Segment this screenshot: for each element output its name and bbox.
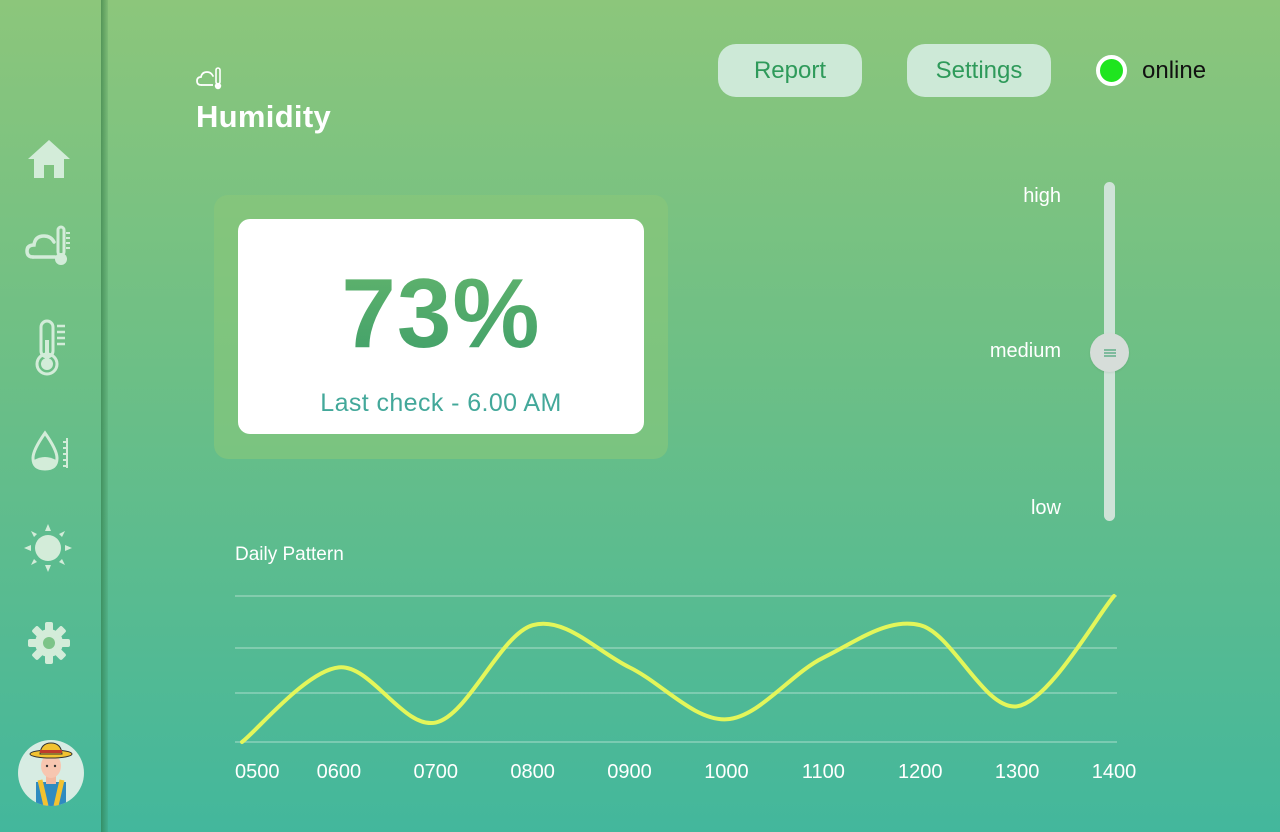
x-tick-label: 0700: [414, 761, 459, 783]
x-tick-label: 0900: [607, 761, 652, 783]
x-tick-label: 1200: [898, 761, 943, 783]
x-tick-label: 1000: [704, 761, 749, 783]
x-tick-label: 0500: [235, 761, 280, 783]
x-tick-label: 1300: [995, 761, 1040, 783]
daily-pattern-chart: 0500 0600 0700 0800 0900 1000 1100 1200 1300 1400: [235, 594, 1137, 783]
series-line: [240, 594, 1116, 744]
x-tick-label: 1100: [802, 761, 845, 783]
x-tick-label: 0600: [317, 761, 362, 783]
x-tick-label: 1400: [1092, 761, 1137, 783]
x-tick-label: 0800: [510, 761, 555, 783]
